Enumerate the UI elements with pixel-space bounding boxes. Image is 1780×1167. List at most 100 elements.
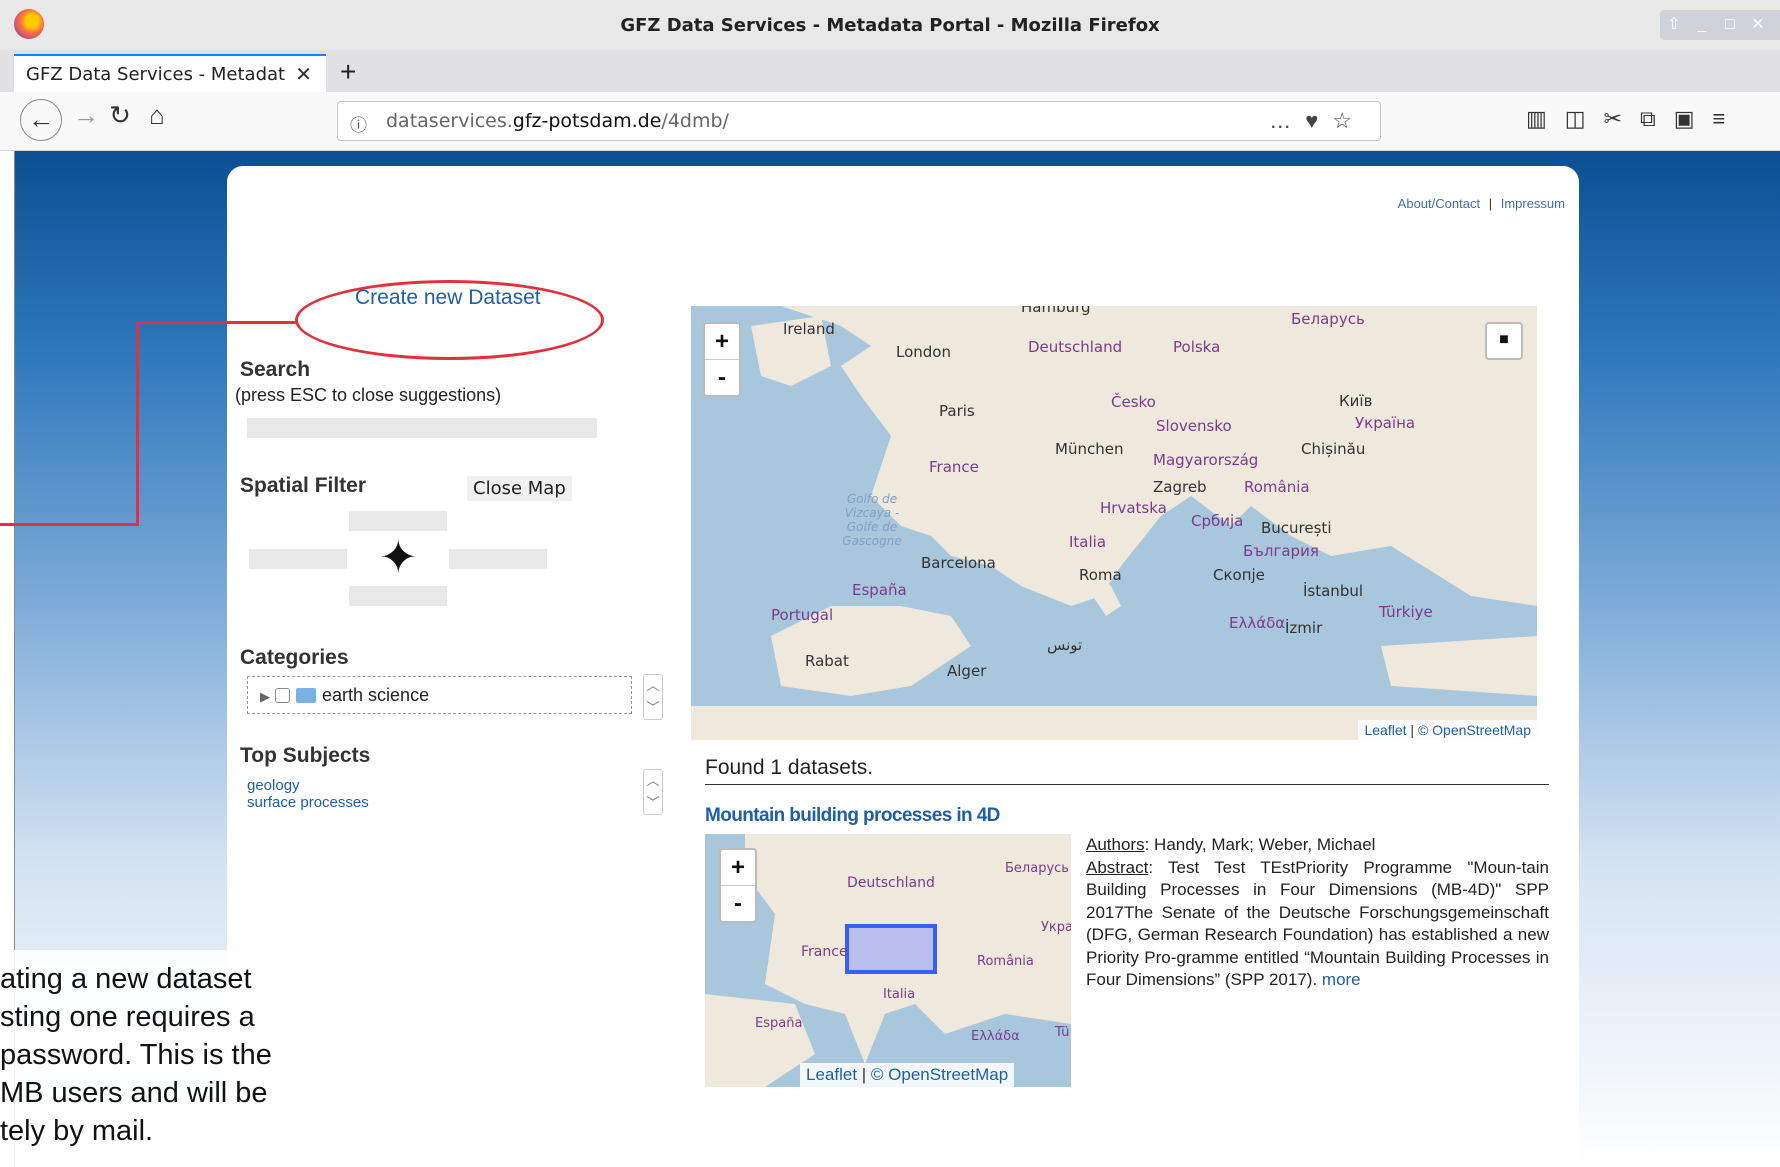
draw-rectangle-button[interactable]: ■ <box>1485 322 1523 360</box>
category-scroll[interactable]: ︿ ﹀ <box>643 674 663 720</box>
search-input[interactable] <box>247 418 597 438</box>
mini-osm-link[interactable]: © OpenStreetMap <box>871 1065 1008 1084</box>
category-tree[interactable]: ▶ earth science <box>247 676 632 714</box>
map-label: Türkiye <box>1379 603 1433 621</box>
category-label: earth science <box>322 685 430 705</box>
category-checkbox[interactable] <box>275 688 291 703</box>
leaflet-link[interactable]: Leaflet <box>1364 722 1406 738</box>
spatial-filter-heading: Spatial Filter <box>240 474 367 497</box>
dataset-title-link[interactable]: Mountain building processes in 4D <box>705 805 1000 827</box>
south-input[interactable] <box>349 586 447 606</box>
map-label: Україна <box>1355 414 1416 432</box>
zoom-in-button[interactable]: + <box>705 324 739 359</box>
window-titlebar: GFZ Data Services - Metadata Portal - Mo… <box>0 0 1780 51</box>
map-label: București <box>1261 519 1332 537</box>
mini-map-label: España <box>755 1016 803 1031</box>
paste-icon[interactable]: ▣ <box>1674 106 1713 131</box>
authors-value: : Handy, Mark; Weber, Michael <box>1144 835 1376 854</box>
map-label: Italia <box>1069 533 1107 551</box>
home-button[interactable]: ⌂ <box>137 100 177 131</box>
spatial-filter-map[interactable]: + - ■ Hamburg Ireland London Deutschland… <box>691 306 1537 740</box>
more-link[interactable]: more <box>1322 970 1361 989</box>
back-button[interactable]: ← <box>20 99 62 141</box>
copy-icon[interactable]: ⧉ <box>1640 106 1674 131</box>
abstract-text: : Test Test TEstPriority Programme "Moun… <box>1086 857 1549 990</box>
map-label: London <box>896 343 951 361</box>
map-label: Беларусь <box>1291 310 1365 328</box>
annotation-note: ating a new dataset sting one requires a… <box>0 950 330 1167</box>
menu-icon[interactable]: ≡ <box>1713 106 1744 131</box>
mini-map-label: România <box>977 954 1034 969</box>
map-label: Barcelona <box>921 554 996 572</box>
zoom-out-button[interactable]: - <box>705 359 739 395</box>
categories-heading: Categories <box>240 646 349 669</box>
map-label: Portugal <box>771 606 834 624</box>
tab-close-icon[interactable]: ✕ <box>295 62 312 87</box>
osm-link[interactable]: © OpenStreetMap <box>1418 722 1531 738</box>
sidebar-icon[interactable]: ◫ <box>1565 106 1604 131</box>
page-actions-icon[interactable]: … <box>1269 108 1305 133</box>
pocket-icon[interactable]: ♥ <box>1305 108 1332 133</box>
subject-link-surface-processes[interactable]: surface processes <box>247 794 369 811</box>
annotation-line <box>136 321 139 526</box>
map-label: Скопје <box>1213 566 1265 584</box>
mini-map-zoom-control[interactable]: + - <box>719 848 757 923</box>
tab-gfz[interactable]: GFZ Data Services - Metadat ✕ <box>14 54 326 92</box>
bookmark-star-icon[interactable]: ☆ <box>1332 108 1366 133</box>
create-dataset-button[interactable]: Create new Dataset <box>355 286 541 310</box>
about-contact-link[interactable]: About/Contact <box>1398 196 1480 211</box>
category-item[interactable]: ▶ earth science <box>260 685 429 706</box>
compass-icon: ✦ <box>379 531 418 583</box>
close-window-icon[interactable]: ✕ <box>1744 10 1772 40</box>
url-bar[interactable]: ⓘ dataservices.gfz-potsdam.de/4dmb/ …♥☆ <box>337 101 1381 141</box>
mini-map-label: Deutschland <box>847 875 935 891</box>
map-label: Rabat <box>805 652 849 670</box>
mini-leaflet-link[interactable]: Leaflet <box>806 1065 857 1084</box>
dataset-map[interactable]: + - Deutschland Беларусь France Укра Rom… <box>705 834 1071 1087</box>
map-label: Ireland <box>783 320 835 338</box>
library-icon[interactable]: ▥ <box>1526 106 1565 131</box>
map-label: Polska <box>1173 338 1221 356</box>
map-zoom-control[interactable]: + - <box>703 322 741 397</box>
map-label: Chișinău <box>1301 440 1366 458</box>
minimize-icon[interactable]: _ <box>1688 10 1716 40</box>
maximize-icon[interactable]: □ <box>1716 10 1744 40</box>
map-label: München <box>1055 440 1124 458</box>
map-label: Paris <box>939 402 975 420</box>
search-heading: Search <box>240 358 311 381</box>
reload-button[interactable]: ↻ <box>100 100 140 131</box>
subjects-scroll[interactable]: ︿ ﹀ <box>643 769 663 815</box>
url-text[interactable]: dataservices.gfz-potsdam.de/4dmb/ <box>386 110 729 132</box>
map-label: Zagreb <box>1153 478 1207 496</box>
results-count: Found 1 datasets. <box>705 756 1549 785</box>
map-label: България <box>1243 542 1319 560</box>
mini-zoom-out-button[interactable]: - <box>721 885 755 921</box>
expand-icon[interactable]: ▶ <box>260 689 270 704</box>
search-note: (press ESC to close suggestions) <box>235 385 502 405</box>
east-input[interactable] <box>449 549 547 569</box>
map-label: İstanbul <box>1303 582 1364 600</box>
subject-link-geology[interactable]: geology <box>247 777 300 794</box>
folder-icon <box>296 688 317 703</box>
map-label: Golfo de Vizcaya - Golfe de Gascogne <box>842 492 902 548</box>
north-input[interactable] <box>349 511 447 531</box>
map-label: Česko <box>1111 393 1156 411</box>
mini-map-label: Беларусь <box>1005 861 1069 876</box>
site-info-icon[interactable]: ⓘ <box>350 111 367 136</box>
abstract-label: Abstract <box>1086 857 1149 877</box>
map-attribution: Leaflet | © OpenStreetMap <box>1358 720 1537 740</box>
mini-map-label: Italia <box>883 987 916 1002</box>
west-input[interactable] <box>249 549 347 569</box>
map-label: Deutschland <box>1028 338 1123 356</box>
nav-toolbar: ← → ↻ ⌂ ⓘ dataservices.gfz-potsdam.de/4d… <box>0 92 1780 151</box>
map-label: España <box>852 581 907 599</box>
cut-icon[interactable]: ✂ <box>1604 106 1640 131</box>
new-tab-button[interactable]: + <box>340 56 356 88</box>
window-up-icon[interactable]: ⇧ <box>1660 10 1688 40</box>
mini-zoom-in-button[interactable]: + <box>721 850 755 885</box>
impressum-link[interactable]: Impressum <box>1501 196 1565 211</box>
mini-map-label: France <box>801 944 848 960</box>
map-label: Alger <box>947 662 987 680</box>
tab-bar: GFZ Data Services - Metadat ✕ + <box>0 50 1780 92</box>
close-map-button[interactable]: Close Map <box>467 476 572 501</box>
